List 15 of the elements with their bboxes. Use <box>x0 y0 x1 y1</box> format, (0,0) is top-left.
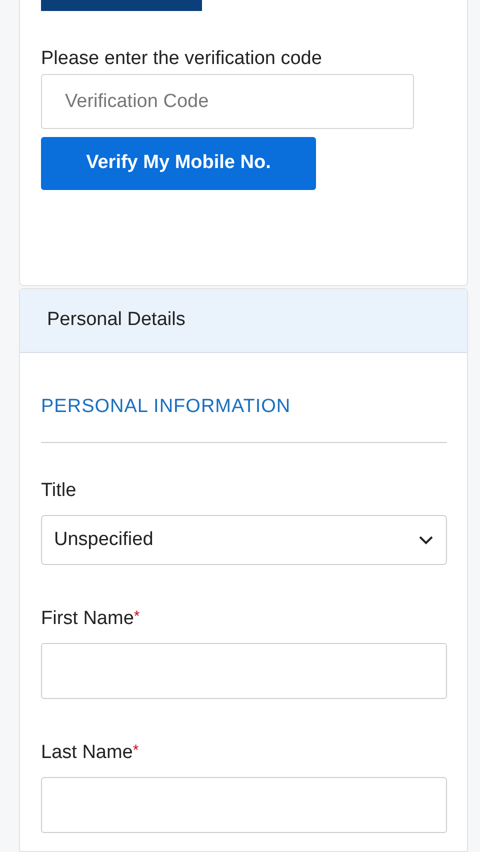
verification-code-field[interactable]: Verification Code <box>41 74 414 129</box>
section-title: PERSONAL INFORMATION <box>41 397 292 416</box>
text-field[interactable] <box>41 777 447 833</box>
verify-button[interactable]: Verify My Mobile No. <box>41 137 316 190</box>
required-asterisk: * <box>132 743 139 758</box>
dark-button[interactable] <box>41 0 202 11</box>
field-label: First Name <box>41 609 134 628</box>
title-select[interactable]: Unspecified <box>41 515 447 565</box>
field-label: Title <box>41 481 76 500</box>
text-field[interactable] <box>41 643 447 699</box>
field-label: Last Name <box>41 743 133 762</box>
chevron-down-icon <box>418 535 434 545</box>
required-asterisk: * <box>134 609 140 624</box>
verification-label: Please enter the verification code <box>41 49 323 68</box>
section-header: Personal Details <box>20 289 467 353</box>
